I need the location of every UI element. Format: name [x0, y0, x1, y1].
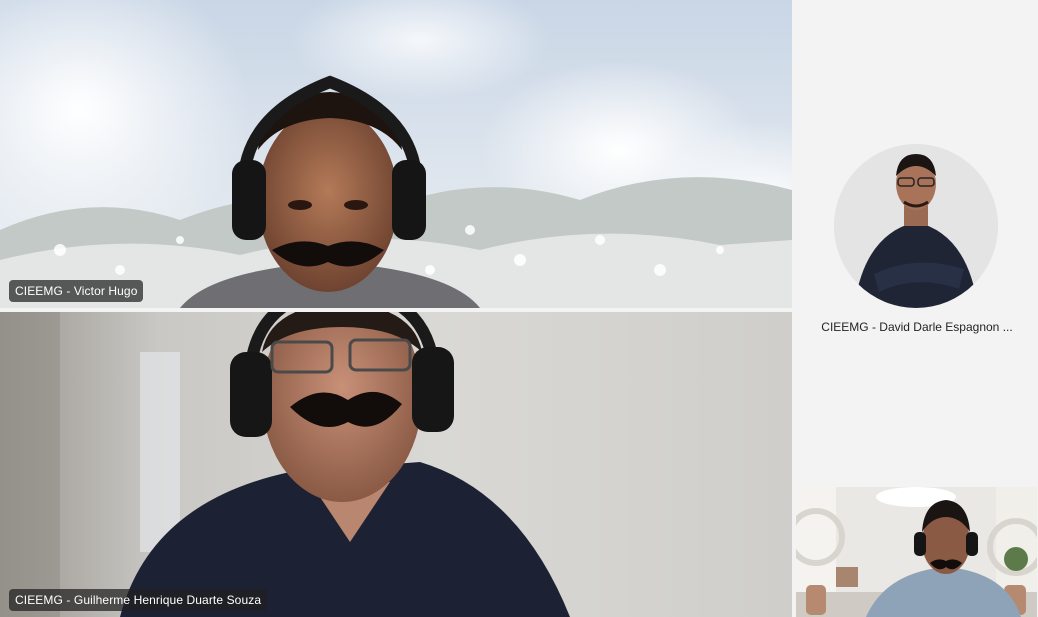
avatar	[834, 144, 998, 308]
avatar-photo	[834, 144, 998, 308]
self-view-feed	[796, 487, 1037, 617]
video-feed-guilherme	[0, 312, 792, 617]
self-view-tile[interactable]	[796, 487, 1037, 617]
video-feed-victor	[0, 0, 792, 308]
video-tile-guilherme[interactable]: CIEEMG - Guilherme Henrique Duarte Souza	[0, 312, 792, 617]
participant-name-tag: CIEEMG - Guilherme Henrique Duarte Souza	[9, 589, 268, 611]
participant-tile-david[interactable]: CIEEMG - David Darle Espagnon ...	[796, 0, 1038, 483]
participant-name-label: CIEEMG - David Darle Espagnon ...	[821, 320, 1013, 334]
meeting-stage: CIEEMG - Victor Hugo CIEEMG - Guilherme …	[0, 0, 1038, 617]
participant-name-tag: CIEEMG - Victor Hugo	[9, 280, 144, 302]
video-tile-victor-hugo[interactable]: CIEEMG - Victor Hugo	[0, 0, 792, 308]
